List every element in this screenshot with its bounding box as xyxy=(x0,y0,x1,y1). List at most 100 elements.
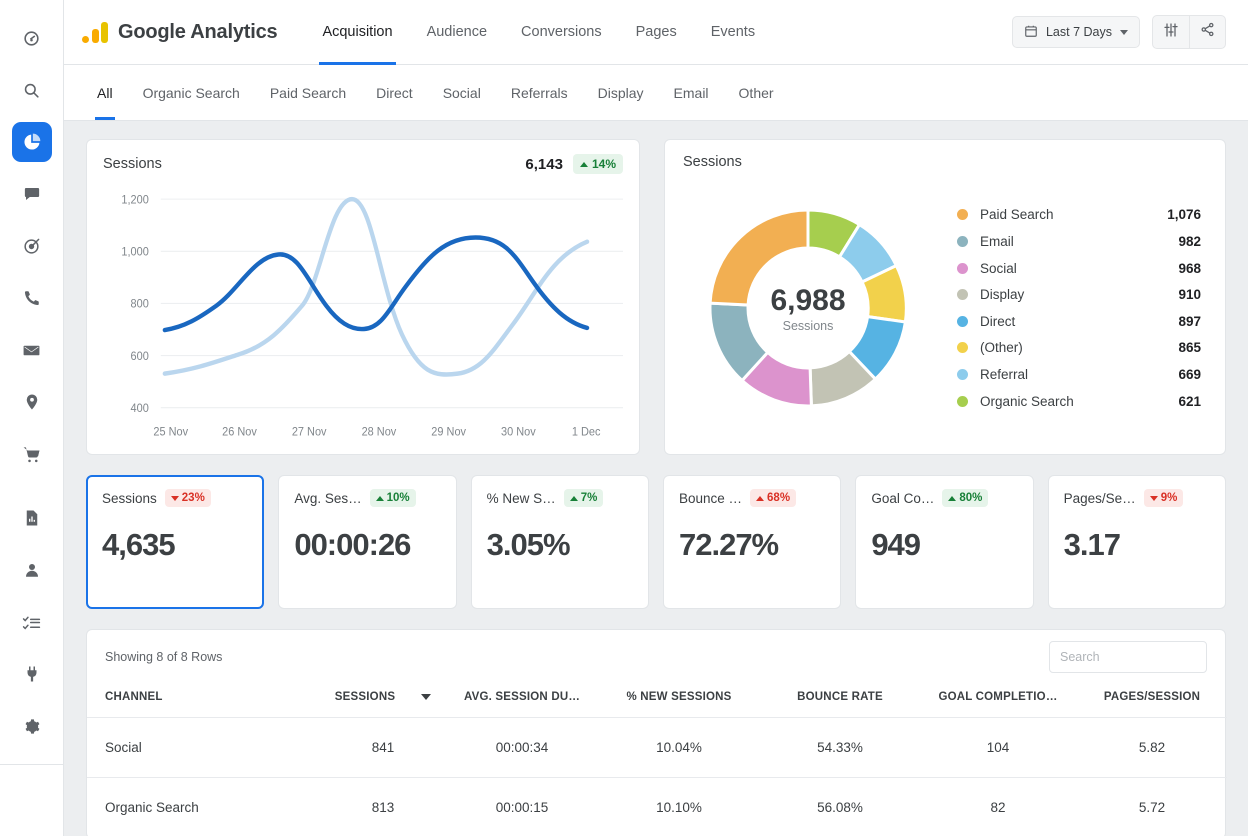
legend-item[interactable]: Social 968 xyxy=(957,255,1201,282)
subtab-organic-search[interactable]: Organic Search xyxy=(128,65,255,120)
legend-value: 865 xyxy=(1178,340,1201,356)
filter-settings-button[interactable] xyxy=(1153,16,1189,48)
sidebar-item-messages[interactable] xyxy=(12,174,52,214)
pie-chart-icon xyxy=(22,132,42,152)
kpi-value: 3.05% xyxy=(486,527,571,562)
kpi-card-new-sessions[interactable]: % New S… 7% 3.05% xyxy=(470,475,649,609)
legend-item[interactable]: Email 982 xyxy=(957,228,1201,255)
tab-audience[interactable]: Audience xyxy=(410,0,504,65)
subtab-other[interactable]: Other xyxy=(724,65,789,120)
table-search-box[interactable] xyxy=(1049,641,1207,673)
kpi-label: % New S… xyxy=(486,490,556,506)
sidebar-item-contacts[interactable] xyxy=(12,550,52,590)
kpi-row: Sessions 23% 4,635 Avg. Ses… 10% 00:00:2… xyxy=(86,475,1226,609)
legend-item[interactable]: Referral 669 xyxy=(957,361,1201,388)
subtab-referrals[interactable]: Referrals xyxy=(496,65,583,120)
tab-conversions[interactable]: Conversions xyxy=(504,0,619,65)
search-input[interactable] xyxy=(1060,650,1196,664)
sidebar-item-campaigns[interactable] xyxy=(12,226,52,266)
tab-pages[interactable]: Pages xyxy=(619,0,694,65)
cell-sessions: 841 xyxy=(319,717,447,778)
svg-text:30 Nov: 30 Nov xyxy=(501,426,536,438)
donut-total-value: 6,988 xyxy=(770,283,846,317)
share-icon xyxy=(1200,22,1215,42)
subtab-social[interactable]: Social xyxy=(428,65,496,120)
gear-icon xyxy=(23,718,40,735)
kpi-delta-value: 23% xyxy=(181,492,205,504)
subtab-direct[interactable]: Direct xyxy=(361,65,428,120)
table-header-row: CHANNEL SESSIONS AVG. SESSION DU… % NEW … xyxy=(87,682,1227,718)
sidebar-item-calls[interactable] xyxy=(12,278,52,318)
legend-item[interactable]: Paid Search 1,076 xyxy=(957,202,1201,229)
table-row[interactable]: Organic Search 813 00:00:15 10.10% 56.08… xyxy=(87,777,1227,836)
sidebar-item-analytics[interactable] xyxy=(11,122,52,162)
share-button[interactable] xyxy=(1189,16,1225,48)
svg-text:26 Nov: 26 Nov xyxy=(222,426,257,438)
column-header-pages-per-session[interactable]: PAGES/SESSION xyxy=(1077,682,1227,718)
column-header-channel[interactable]: CHANNEL xyxy=(87,682,319,718)
cell-channel: Organic Search xyxy=(87,777,319,836)
sidebar-item-dashboard[interactable] xyxy=(12,18,52,58)
legend-item[interactable]: Display 910 xyxy=(957,281,1201,308)
legend-label: Organic Search xyxy=(980,393,1074,409)
column-header-sessions[interactable]: SESSIONS xyxy=(319,682,447,718)
column-header-goal-completions[interactable]: GOAL COMPLETIO… xyxy=(919,682,1077,718)
svg-text:28 Nov: 28 Nov xyxy=(362,426,397,438)
legend-value: 982 xyxy=(1178,234,1201,250)
date-range-picker[interactable]: Last 7 Days xyxy=(1011,16,1140,48)
report-document-icon xyxy=(23,509,41,527)
kpi-card-pages-per-session[interactable]: Pages/Se… 9% 3.17 xyxy=(1047,475,1226,609)
subtab-all[interactable]: All xyxy=(82,65,128,120)
legend-color-swatch xyxy=(957,368,968,380)
kpi-card-avg-session-duration[interactable]: Avg. Ses… 10% 00:00:26 xyxy=(278,475,457,609)
donut-card-header: Sessions xyxy=(683,154,1209,170)
sidebar-item-settings[interactable] xyxy=(12,706,52,746)
kpi-delta-value: 7% xyxy=(580,492,598,504)
sessions-donut-chart-card: Sessions 6,988 Sessions Paid Search 1,07… xyxy=(664,139,1226,455)
kpi-card-sessions[interactable]: Sessions 23% 4,635 xyxy=(86,475,265,609)
trend-up-icon xyxy=(756,495,765,501)
kpi-card-bounce-rate[interactable]: Bounce … 68% 72.27% xyxy=(662,475,842,609)
legend-item[interactable]: (Other) 865 xyxy=(957,335,1201,362)
legend-label: Referral xyxy=(980,366,1029,382)
kpi-card-goal-completions[interactable]: Goal Co… 80% 949 xyxy=(855,475,1034,609)
sidebar-item-tasks[interactable] xyxy=(12,602,52,642)
sidebar-item-commerce[interactable] xyxy=(12,434,52,474)
legend-value: 1,076 xyxy=(1167,207,1201,223)
legend-label: Email xyxy=(980,234,1014,250)
sidebar-item-search[interactable] xyxy=(12,70,52,110)
column-header-bounce-rate[interactable]: BOUNCE RATE xyxy=(761,682,919,718)
legend-value: 621 xyxy=(1178,393,1201,409)
sidebar-divider xyxy=(0,764,64,765)
map-pin-icon xyxy=(23,393,41,411)
legend-item[interactable]: Direct 897 xyxy=(957,308,1201,335)
line-card-header: Sessions 6,143 14% xyxy=(103,154,623,174)
legend-label: Direct xyxy=(980,313,1016,329)
table-row[interactable]: Social 841 00:00:34 10.04% 54.33% 104 5.… xyxy=(87,717,1227,778)
tab-acquisition[interactable]: Acquisition xyxy=(305,0,409,65)
sidebar-item-reports[interactable] xyxy=(12,498,52,538)
tab-events[interactable]: Events xyxy=(694,0,772,65)
legend-item[interactable]: Organic Search 621 xyxy=(957,388,1201,415)
sort-descending-icon xyxy=(421,694,432,700)
column-header-new-sessions[interactable]: % NEW SESSIONS xyxy=(597,682,761,718)
line-card-total: 6,143 xyxy=(525,155,563,173)
subtab-email[interactable]: Email xyxy=(659,65,724,120)
phone-icon xyxy=(23,289,41,307)
svg-text:25 Nov: 25 Nov xyxy=(153,426,188,438)
sidebar-item-locations[interactable] xyxy=(12,382,52,422)
envelope-icon xyxy=(22,341,41,360)
sidebar-item-email[interactable] xyxy=(12,330,52,370)
cell-goal-completions: 82 xyxy=(919,777,1077,836)
subtab-display[interactable]: Display xyxy=(583,65,659,120)
trend-up-icon xyxy=(579,161,588,167)
legend-color-swatch xyxy=(957,342,968,354)
kpi-value: 72.27% xyxy=(678,527,779,562)
subtab-paid-search[interactable]: Paid Search xyxy=(255,65,361,120)
legend-label: Display xyxy=(980,287,1025,303)
main-area: Google Analytics Acquisition Audience Co… xyxy=(64,0,1248,836)
legend-label: (Other) xyxy=(980,340,1023,356)
column-header-avg-session-duration[interactable]: AVG. SESSION DU… xyxy=(447,682,597,718)
trend-down-icon xyxy=(1149,495,1158,501)
sidebar-item-integrations[interactable] xyxy=(12,654,52,694)
